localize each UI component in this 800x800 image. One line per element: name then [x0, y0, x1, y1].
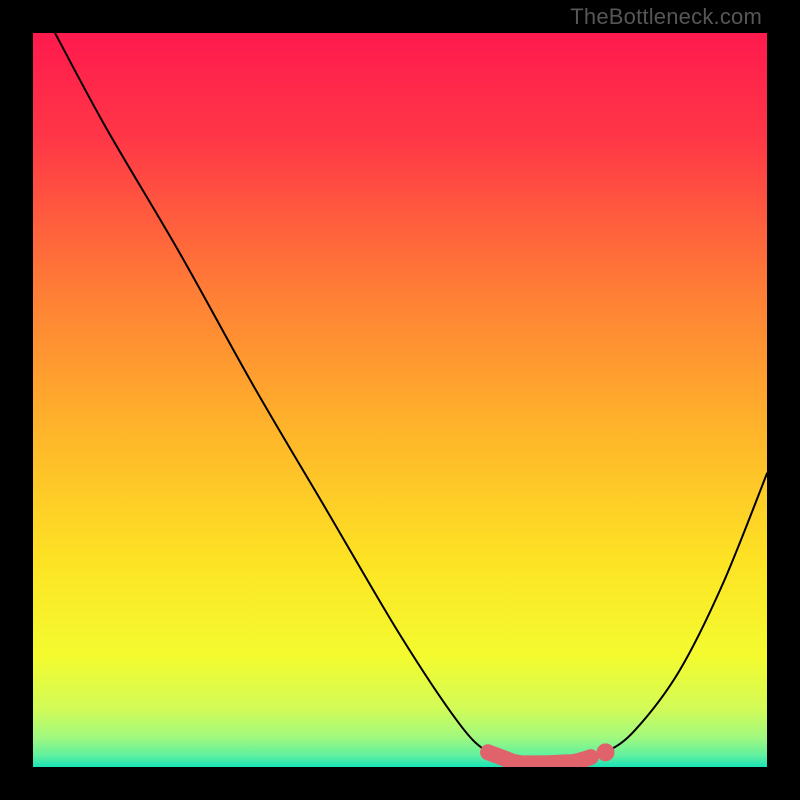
plot-area: [33, 33, 767, 767]
frame-left: [0, 0, 33, 800]
frame-bottom: [0, 767, 800, 800]
bottleneck-curve: [33, 33, 767, 767]
sweet-spot-segment: [488, 752, 591, 763]
curve-path: [55, 33, 767, 764]
watermark: TheBottleneck.com: [570, 4, 762, 30]
frame-right: [767, 0, 800, 800]
chart-container: TheBottleneck.com: [0, 0, 800, 800]
sweet-spot-dot: [597, 743, 615, 761]
